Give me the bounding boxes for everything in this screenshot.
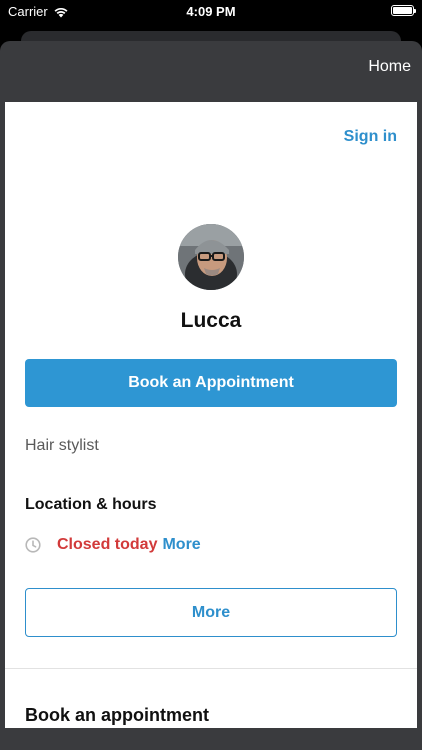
avatar <box>178 224 244 290</box>
more-button[interactable]: More <box>25 588 397 637</box>
provider-category: Hair stylist <box>25 437 99 454</box>
hours-status-row: Closed today More <box>25 534 201 556</box>
book-appointment-button[interactable]: Book an Appointment <box>25 359 397 407</box>
home-button[interactable]: Home <box>368 58 411 76</box>
bottom-bar <box>0 728 422 750</box>
avatar-photo <box>178 224 244 290</box>
hours-more-link[interactable]: More <box>162 536 200 554</box>
book-appointment-heading: Book an appointment <box>25 705 209 725</box>
status-time: 4:09 PM <box>186 4 236 19</box>
battery-icon <box>391 5 416 16</box>
section-divider <box>5 668 417 669</box>
provider-name: Lucca <box>180 309 242 332</box>
app-screen: Carrier 4:09 PM Home Sign in Lucca Book … <box>0 0 422 750</box>
battery-level <box>393 7 412 14</box>
location-hours-heading: Location & hours <box>25 496 157 513</box>
closed-status: Closed today <box>57 536 158 553</box>
clock-icon <box>25 537 41 553</box>
sign-in-link[interactable]: Sign in <box>344 128 397 146</box>
booking-page: Sign in Lucca Book an Appointment Hair s… <box>5 102 417 728</box>
status-bar: Carrier 4:09 PM <box>0 0 422 24</box>
